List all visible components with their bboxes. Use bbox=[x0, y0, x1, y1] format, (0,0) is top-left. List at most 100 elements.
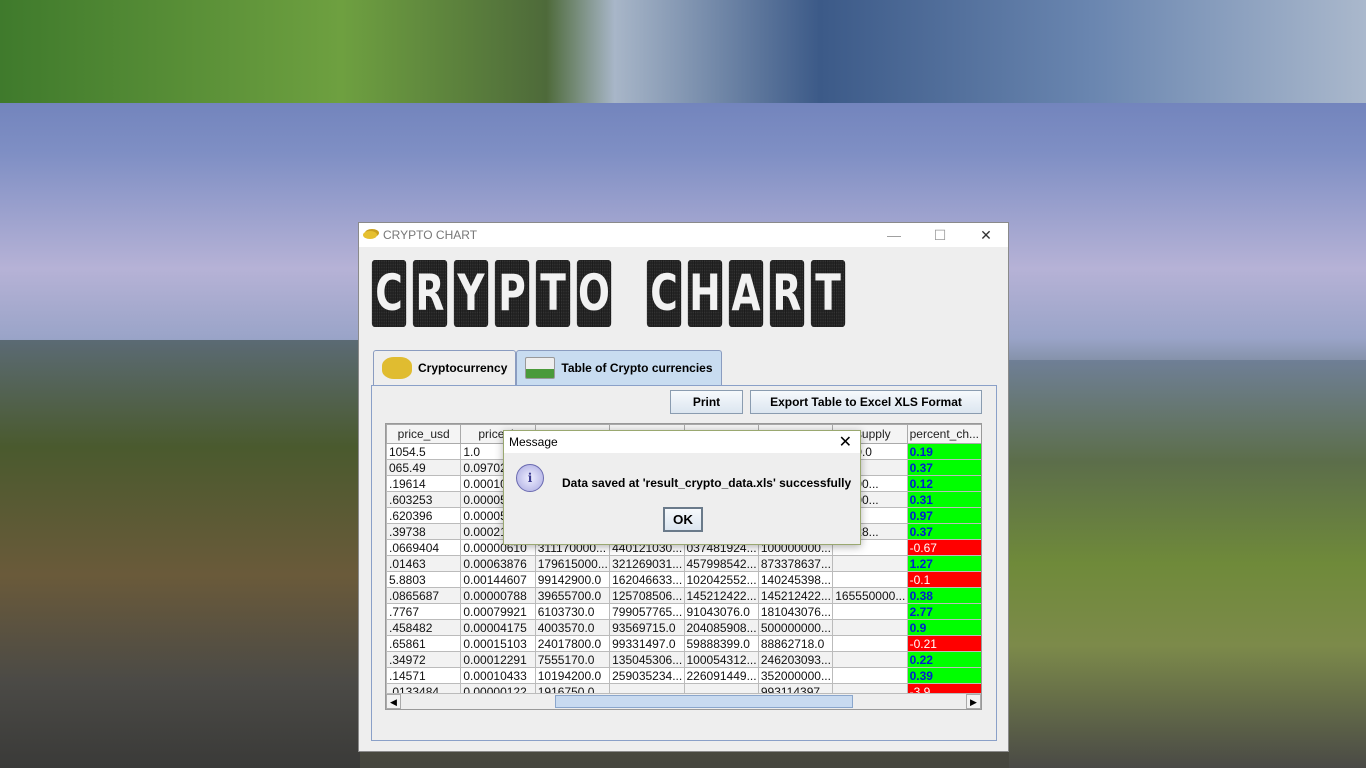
table-cell[interactable]: 162046633... bbox=[609, 571, 685, 588]
scroll-right-arrow-icon[interactable]: ▶ bbox=[966, 694, 981, 709]
table-cell[interactable]: 7555170.0 bbox=[534, 651, 611, 668]
table-cell[interactable]: 246203093... bbox=[757, 651, 834, 668]
table-cell[interactable]: 799057765... bbox=[609, 603, 685, 620]
dialog-close-button[interactable]: ✕ bbox=[839, 432, 852, 452]
close-button[interactable]: ✕ bbox=[963, 223, 1009, 247]
table-cell[interactable]: .65861 bbox=[386, 635, 462, 652]
table-cell[interactable] bbox=[832, 651, 908, 668]
table-cell[interactable]: 0.00012291 bbox=[460, 651, 536, 668]
table-cell[interactable]: 100054312... bbox=[683, 651, 759, 668]
maximize-button[interactable]: ☐ bbox=[917, 223, 963, 247]
table-cell[interactable]: 125708506... bbox=[609, 587, 685, 604]
table-cell[interactable] bbox=[832, 635, 908, 652]
table-cell[interactable]: 91043076.0 bbox=[683, 603, 759, 620]
percent-change-cell[interactable]: 1.27 bbox=[906, 555, 981, 572]
table-cell[interactable]: 145212422... bbox=[683, 587, 759, 604]
table-cell[interactable]: 179615000... bbox=[534, 555, 611, 572]
table-cell[interactable]: 873378637... bbox=[757, 555, 834, 572]
horizontal-scrollbar[interactable]: ◀ ▶ bbox=[386, 693, 981, 709]
percent-change-cell[interactable]: 0.97 bbox=[906, 507, 981, 524]
table-cell[interactable]: 204085908... bbox=[683, 619, 759, 636]
percent-change-cell[interactable]: 2.77 bbox=[906, 603, 981, 620]
tab-cryptocurrency[interactable]: Cryptocurrency bbox=[373, 350, 517, 385]
percent-change-cell[interactable]: -0.1 bbox=[906, 571, 981, 588]
table-row[interactable]: .458482 0.00004175 4003570.0 93569715.0 2040… bbox=[386, 619, 981, 636]
table-cell[interactable]: 99142900.0 bbox=[534, 571, 611, 588]
table-cell[interactable]: .620396 bbox=[386, 507, 462, 524]
table-cell[interactable]: 6103730.0 bbox=[534, 603, 611, 620]
table-cell[interactable]: .19614 bbox=[386, 475, 462, 492]
table-cell[interactable]: 39655700.0 bbox=[534, 587, 611, 604]
table-cell[interactable]: 99331497.0 bbox=[609, 635, 685, 652]
table-cell[interactable] bbox=[832, 603, 908, 620]
table-cell[interactable]: 0.00004175 bbox=[460, 619, 536, 636]
table-cell[interactable]: 226091449... bbox=[683, 667, 759, 684]
percent-change-cell[interactable]: -0.67 bbox=[906, 539, 981, 556]
table-cell[interactable]: .603253 bbox=[386, 491, 462, 508]
table-cell[interactable]: .39738 bbox=[386, 523, 462, 540]
table-cell[interactable]: 352000000... bbox=[757, 667, 834, 684]
percent-change-cell[interactable]: 0.22 bbox=[906, 651, 981, 668]
percent-change-cell[interactable]: -0.21 bbox=[906, 635, 981, 652]
table-row[interactable]: .01463 0.00063876 179615000... 321269031...… bbox=[386, 555, 981, 572]
table-cell[interactable]: 065.49 bbox=[386, 459, 462, 476]
table-row[interactable]: .65861 0.00015103 24017800.0 99331497.0 5988… bbox=[386, 635, 981, 652]
minimize-button[interactable]: — bbox=[871, 223, 917, 247]
table-cell[interactable]: 0.00144607 bbox=[460, 571, 536, 588]
ok-button[interactable]: OK bbox=[663, 507, 703, 532]
table-row[interactable]: .14571 0.00010433 10194200.0 259035234... 22… bbox=[386, 667, 981, 684]
percent-change-cell[interactable]: 0.37 bbox=[906, 523, 981, 540]
table-cell[interactable]: 4003570.0 bbox=[534, 619, 611, 636]
table-cell[interactable]: .0669404 bbox=[386, 539, 462, 556]
table-cell[interactable]: 135045306... bbox=[609, 651, 685, 668]
table-cell[interactable]: 457998542... bbox=[683, 555, 759, 572]
table-cell[interactable]: .458482 bbox=[386, 619, 462, 636]
table-cell[interactable]: 1054.5 bbox=[386, 443, 462, 460]
table-cell[interactable]: 0.00015103 bbox=[460, 635, 536, 652]
scroll-left-arrow-icon[interactable]: ◀ bbox=[386, 694, 401, 709]
table-cell[interactable]: .14571 bbox=[386, 667, 462, 684]
table-cell[interactable]: .01463 bbox=[386, 555, 462, 572]
table-cell[interactable]: 0.00000788 bbox=[460, 587, 536, 604]
table-cell[interactable] bbox=[832, 667, 908, 684]
percent-change-cell[interactable]: 0.38 bbox=[906, 587, 981, 604]
table-cell[interactable]: 321269031... bbox=[609, 555, 685, 572]
column-header[interactable]: price_usd bbox=[386, 424, 462, 444]
percent-change-cell[interactable]: 0.39 bbox=[906, 667, 981, 684]
table-row[interactable]: .34972 0.00012291 7555170.0 135045306... 100… bbox=[386, 651, 981, 668]
table-cell[interactable]: 102042552... bbox=[683, 571, 759, 588]
table-cell[interactable]: 500000000... bbox=[757, 619, 834, 636]
table-cell[interactable]: 140245398... bbox=[757, 571, 834, 588]
tab-table-of-crypto-currencies[interactable]: Table of Crypto currencies bbox=[516, 350, 722, 385]
table-cell[interactable] bbox=[832, 571, 908, 588]
percent-change-cell[interactable]: 0.12 bbox=[906, 475, 981, 492]
table-cell[interactable]: 145212422... bbox=[757, 587, 834, 604]
percent-change-cell[interactable]: 0.19 bbox=[906, 443, 981, 460]
table-cell[interactable] bbox=[832, 619, 908, 636]
percent-change-cell[interactable]: 0.9 bbox=[906, 619, 981, 636]
table-cell[interactable]: .7767 bbox=[386, 603, 462, 620]
export-xls-button[interactable]: Export Table to Excel XLS Format bbox=[750, 390, 982, 414]
table-cell[interactable]: 165550000... bbox=[832, 587, 908, 604]
scrollbar-thumb[interactable] bbox=[555, 695, 853, 708]
table-cell[interactable]: 59888399.0 bbox=[683, 635, 759, 652]
table-cell[interactable]: 24017800.0 bbox=[534, 635, 611, 652]
table-row[interactable]: .0865687 0.00000788 39655700.0 125708506...… bbox=[386, 587, 981, 604]
table-cell[interactable]: 181043076... bbox=[757, 603, 834, 620]
table-cell[interactable]: 0.00063876 bbox=[460, 555, 536, 572]
percent-change-cell[interactable]: 0.37 bbox=[906, 459, 981, 476]
table-row[interactable]: .7767 0.00079921 6103730.0 799057765... 9104… bbox=[386, 603, 981, 620]
percent-change-cell[interactable]: 0.31 bbox=[906, 491, 981, 508]
table-cell[interactable]: 93569715.0 bbox=[609, 619, 685, 636]
table-cell[interactable]: 259035234... bbox=[609, 667, 685, 684]
table-cell[interactable]: 10194200.0 bbox=[534, 667, 611, 684]
print-button[interactable]: Print bbox=[670, 390, 743, 414]
column-header[interactable]: percent_ch... bbox=[906, 424, 981, 444]
table-cell[interactable]: 88862718.0 bbox=[757, 635, 834, 652]
table-row[interactable]: 5.8803 0.00144607 99142900.0 162046633... 10… bbox=[386, 571, 981, 588]
table-cell[interactable]: 0.00079921 bbox=[460, 603, 536, 620]
table-cell[interactable]: .0865687 bbox=[386, 587, 462, 604]
table-cell[interactable] bbox=[832, 555, 908, 572]
table-cell[interactable]: .34972 bbox=[386, 651, 462, 668]
table-cell[interactable]: 0.00010433 bbox=[460, 667, 536, 684]
